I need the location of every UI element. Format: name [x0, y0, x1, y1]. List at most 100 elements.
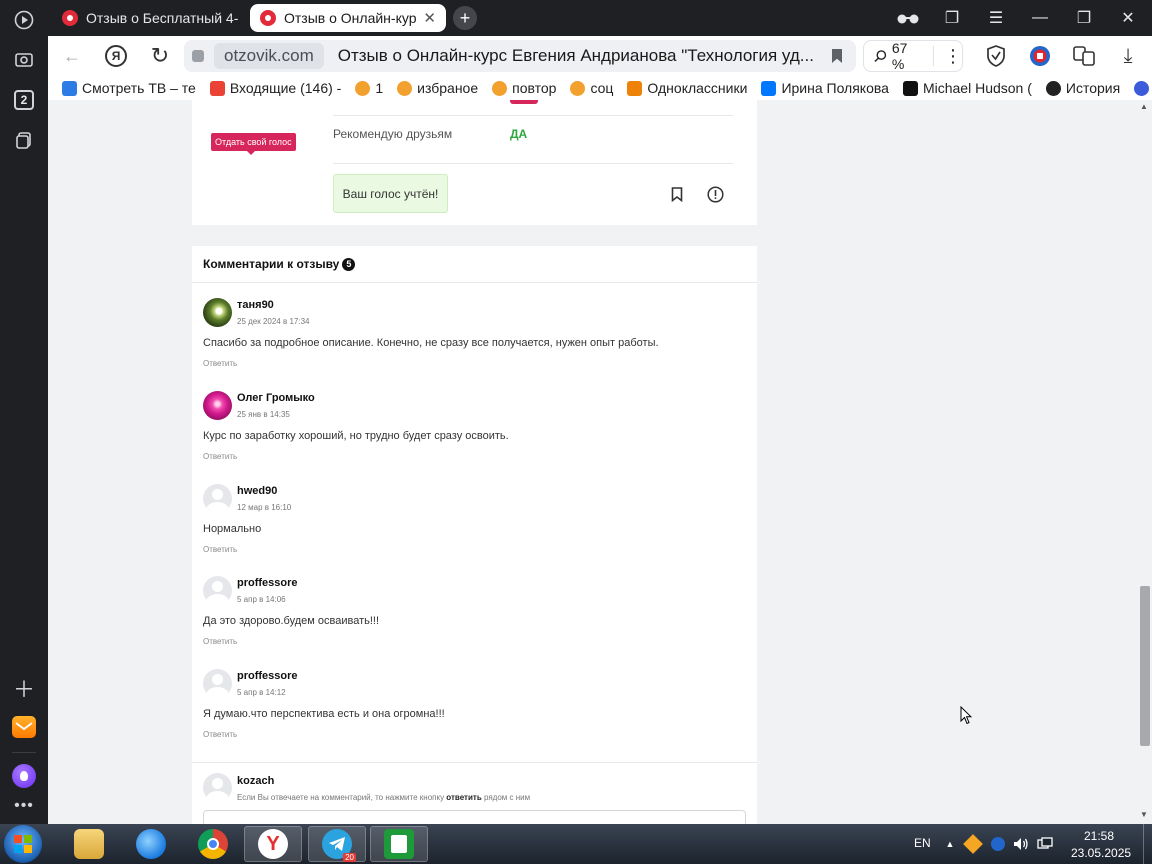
address-bar[interactable]: otzovik.com Отзыв о Онлайн-курс Евгения … — [184, 40, 856, 72]
avatar[interactable] — [203, 484, 232, 513]
tab-close-icon[interactable]: ✕ — [423, 9, 436, 27]
extension-globe-icon[interactable] — [1026, 42, 1054, 70]
volume-icon[interactable] — [1013, 836, 1029, 852]
bookmark-social[interactable]: соц — [570, 80, 613, 96]
clock-date[interactable]: 23.05.2025 — [1071, 846, 1131, 860]
bookmark-odnoklassniki[interactable]: Одноклассники — [627, 80, 747, 96]
page-scrollbar[interactable]: ▲ ▼ — [1136, 100, 1152, 824]
tray-app-icon[interactable] — [963, 834, 983, 854]
reload-button[interactable]: ↻ — [146, 42, 174, 70]
telegram-icon: 20 — [322, 829, 356, 862]
collections-button[interactable]: ❐ — [938, 6, 966, 30]
comment-author[interactable]: proffessore — [237, 670, 298, 682]
tv-icon — [62, 80, 77, 96]
comment-item: таня90 25 дек 2024 в 17:34 Спасибо за по… — [203, 298, 743, 378]
comment-author[interactable]: hwed90 — [237, 485, 277, 497]
row-divider — [333, 163, 733, 164]
avatar[interactable] — [203, 669, 232, 698]
scroll-down-arrow-icon[interactable]: ▼ — [1140, 810, 1148, 819]
bookmark-gmail[interactable]: Входящие (146) - — [209, 80, 341, 96]
reply-hint-bold: ответить — [446, 793, 482, 802]
bookmark-review-icon[interactable] — [668, 185, 686, 203]
tab-reviews-free[interactable]: Отзыв о Бесплатный 4-х д — [52, 4, 248, 32]
bookmark-repeat[interactable]: повтор — [492, 80, 556, 96]
taskbar-ie[interactable] — [122, 826, 180, 862]
comment-author[interactable]: таня90 — [237, 299, 274, 311]
bookmark-vk[interactable]: Ирина Полякова — [761, 80, 889, 96]
taskbar-yandex-browser[interactable]: Y — [244, 826, 302, 862]
new-tab-button[interactable]: + — [453, 6, 477, 30]
downloads-button[interactable]: ⤓ — [1114, 42, 1142, 70]
reply-link[interactable]: Ответить — [203, 730, 237, 739]
protect-shield-icon[interactable] — [982, 42, 1010, 70]
reply-hint: Если Вы отвечаете на комментарий, то наж… — [237, 793, 530, 802]
show-desktop-button[interactable] — [1143, 824, 1152, 864]
comment-author[interactable]: proffessore — [237, 577, 298, 589]
reply-link[interactable]: Ответить — [203, 452, 237, 461]
reply-link[interactable]: Ответить — [203, 359, 237, 368]
more-icon[interactable]: ••• — [8, 790, 40, 822]
taskbar-app-green[interactable] — [370, 826, 428, 862]
windows-logo-icon — [14, 835, 32, 853]
bookmark-label: Смотреть ТВ – те — [82, 80, 196, 96]
play-icon[interactable] — [8, 4, 40, 36]
zoom-indicator[interactable]: 67 % ⋮ — [863, 40, 963, 72]
tab-reviews-course[interactable]: Отзыв о Онлайн-курс Е ✕ — [250, 4, 446, 32]
taskbar-explorer[interactable] — [60, 826, 118, 862]
yandex-browser-icon: Y — [258, 829, 288, 859]
reply-link[interactable]: Ответить — [203, 545, 237, 554]
translate-icon[interactable] — [1070, 42, 1098, 70]
otzovik-favicon — [62, 10, 78, 26]
otzovik-favicon — [260, 10, 276, 26]
close-window-button[interactable]: ✕ — [1114, 6, 1142, 30]
comment-input[interactable] — [203, 810, 746, 824]
telegram-badge: 20 — [343, 853, 356, 862]
network-icon[interactable] — [1037, 836, 1053, 852]
bookmark-x[interactable]: Michael Hudson ( — [902, 80, 1032, 96]
rating-badge-stub — [510, 100, 538, 104]
tray-expand-icon[interactable]: ▲ — [942, 836, 958, 852]
extension-icon[interactable] — [1134, 80, 1150, 96]
screenshot-icon[interactable] — [8, 44, 40, 76]
bookmark-tv[interactable]: Смотреть ТВ – те — [62, 80, 196, 96]
scroll-up-arrow-icon[interactable]: ▲ — [1140, 102, 1148, 111]
start-button[interactable] — [4, 825, 42, 863]
avatar[interactable] — [203, 576, 232, 605]
glasses-icon[interactable] — [894, 6, 922, 30]
yandex-button[interactable]: Я — [102, 42, 130, 70]
collections-icon[interactable] — [8, 124, 40, 156]
domain-chip: otzovik.com — [214, 43, 324, 69]
lock-icon — [192, 50, 204, 62]
minimize-button[interactable]: — — [1026, 6, 1054, 30]
sidebar-divider — [12, 752, 36, 753]
report-icon[interactable] — [706, 185, 724, 203]
bookmark-label: Ирина Полякова — [781, 80, 889, 96]
scroll-thumb[interactable] — [1140, 586, 1150, 746]
bookmark-history[interactable]: История — [1045, 80, 1120, 96]
bookmark-icon[interactable] — [832, 49, 842, 63]
clock-time[interactable]: 21:58 — [1084, 829, 1114, 843]
avatar[interactable] — [203, 298, 232, 327]
mail-icon[interactable] — [8, 711, 40, 743]
restore-button[interactable]: ❐ — [1070, 6, 1098, 30]
vote-button[interactable]: Отдать свой голос — [211, 133, 296, 155]
taskbar-chrome[interactable] — [184, 826, 242, 862]
alice-icon[interactable] — [8, 760, 40, 792]
vote-counted-notice: Ваш голос учтён! — [333, 174, 448, 213]
tab-count-button[interactable]: 2 — [8, 84, 40, 116]
comment-author[interactable]: Олег Громыко — [237, 392, 315, 404]
taskbar-telegram[interactable]: 20 — [308, 826, 366, 862]
avatar[interactable] — [203, 391, 232, 420]
reply-link[interactable]: Ответить — [203, 637, 237, 646]
browser-menu-button[interactable]: ☰ — [982, 6, 1010, 30]
bookmark-favorites[interactable]: избраное — [397, 80, 478, 96]
input-language[interactable]: EN — [914, 836, 931, 850]
back-button[interactable]: ← — [58, 42, 86, 70]
add-panel-icon[interactable]: ＋ — [8, 672, 40, 704]
gmail-icon — [209, 80, 225, 96]
review-footer-card: Отдать свой голос Рекомендую друзьям ДА … — [192, 100, 757, 225]
bookmarks-bar: Смотреть ТВ – те Входящие (146) - 1 избр… — [48, 76, 1152, 100]
bookmark-1[interactable]: 1 — [355, 80, 383, 96]
more-menu-icon[interactable]: ⋮ — [944, 46, 962, 67]
tray-antivirus-icon[interactable] — [990, 836, 1006, 852]
